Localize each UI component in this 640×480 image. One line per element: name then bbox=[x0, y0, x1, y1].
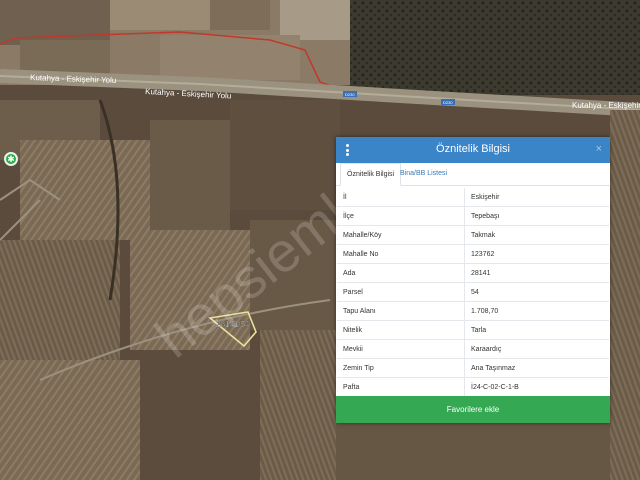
attribute-key: İlçe bbox=[337, 206, 465, 226]
attribute-value: Tepebaşı bbox=[464, 206, 609, 226]
table-row: Mevkii Karaardıç bbox=[337, 339, 609, 359]
attribute-key: İl bbox=[337, 188, 465, 207]
attribute-key: Parsel bbox=[337, 282, 465, 302]
table-row: Zemin Tip Ana Taşınmaz bbox=[337, 358, 609, 378]
locate-icon[interactable]: ✱ bbox=[4, 152, 18, 166]
panel-tabs: Öznitelik Bilgisi Bina/BB Listesi bbox=[336, 163, 610, 186]
table-row: Tapu Alanı 1.708,70 bbox=[337, 301, 609, 321]
attribute-value: Eskişehir bbox=[464, 188, 609, 207]
attribute-value: 54 bbox=[464, 282, 609, 302]
svg-text:D230: D230 bbox=[345, 92, 355, 97]
attribute-key: Pafta bbox=[337, 377, 465, 397]
attribute-value: 28141 bbox=[464, 263, 609, 283]
svg-text:D230: D230 bbox=[443, 100, 453, 105]
panel-title: Öznitelik Bilgisi bbox=[436, 143, 510, 155]
close-icon[interactable]: × bbox=[596, 143, 602, 155]
table-row: Nitelik Tarla bbox=[337, 320, 609, 340]
table-row: İl Eskişehir bbox=[337, 188, 609, 207]
road-shield: D230 bbox=[343, 91, 357, 97]
attribute-key: Mevkii bbox=[337, 339, 465, 359]
attribute-value: İ24-C-02-C-1-B bbox=[464, 377, 609, 397]
add-to-favorites-button[interactable]: Favorilere ekle bbox=[336, 396, 610, 423]
table-row: Ada 28141 bbox=[337, 263, 609, 283]
attribute-value: Karaardıç bbox=[464, 339, 609, 359]
attribute-value: 123762 bbox=[464, 244, 609, 264]
table-row: Pafta İ24-C-02-C-1-B bbox=[337, 377, 609, 397]
attribute-key: Zemin Tip bbox=[337, 358, 465, 378]
panel-header: Öznitelik Bilgisi × bbox=[336, 137, 610, 163]
table-row: İlçe Tepebaşı bbox=[337, 206, 609, 226]
attribute-key: Nitelik bbox=[337, 320, 465, 340]
attribute-key: Ada bbox=[337, 263, 465, 283]
road-label: Kutahya - Eskişehir bbox=[572, 101, 640, 110]
attribute-value: Takmak bbox=[464, 225, 609, 245]
attribute-table: İl Eskişehir İlçe Tepebaşı Mahalle/Köy Takmak… bbox=[337, 188, 609, 397]
road-shield: D230 bbox=[441, 99, 455, 105]
table-row: Mahalle/Köy Takmak bbox=[337, 225, 609, 245]
attribute-key: Mahalle No bbox=[337, 244, 465, 264]
tab-attribute-info[interactable]: Öznitelik Bilgisi bbox=[340, 163, 402, 186]
attribute-key: Tapu Alanı bbox=[337, 301, 465, 321]
attribute-panel: Öznitelik Bilgisi × Öznitelik Bilgisi Bi… bbox=[336, 137, 610, 423]
table-row: Parsel 54 bbox=[337, 282, 609, 302]
attribute-value: Ana Taşınmaz bbox=[464, 358, 609, 378]
tab-building-list[interactable]: Bina/BB Listesi bbox=[394, 163, 453, 185]
attribute-value: Tarla bbox=[464, 320, 609, 340]
attribute-value: 1.708,70 bbox=[464, 301, 609, 321]
table-row: Mahalle No 123762 bbox=[337, 244, 609, 264]
attribute-key: Mahalle/Köy bbox=[337, 225, 465, 245]
